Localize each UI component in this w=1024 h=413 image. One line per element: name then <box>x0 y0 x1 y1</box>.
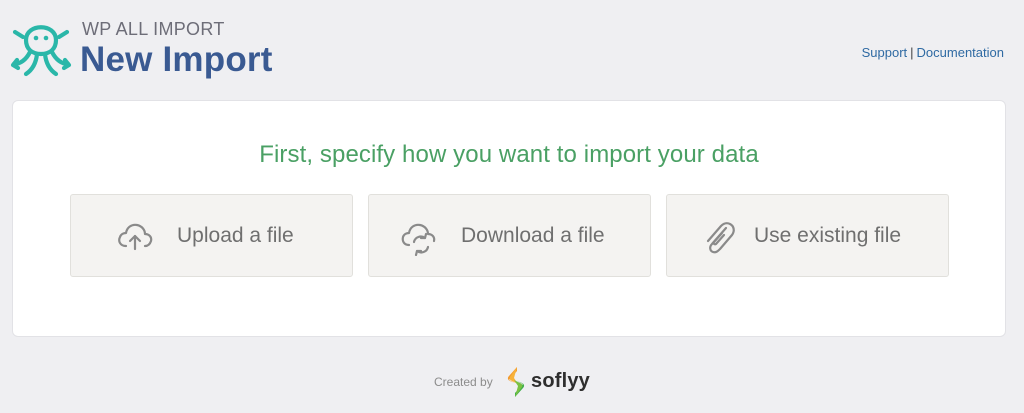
top-links: Support | Documentation <box>862 45 1004 60</box>
cloud-upload-icon <box>118 223 153 251</box>
created-by-text: Created by <box>434 375 493 389</box>
download-file-label: Download a file <box>461 224 605 247</box>
import-method-panel: First, specify how you want to import yo… <box>12 100 1006 337</box>
paperclip-icon <box>706 222 735 254</box>
cloud-sync-icon <box>401 223 436 256</box>
soflyy-logo-icon[interactable] <box>505 366 527 398</box>
soflyy-brand[interactable]: soflyy <box>531 370 590 393</box>
octopus-logo-icon <box>10 25 72 77</box>
download-file-button[interactable]: Download a file <box>368 194 651 277</box>
import-prompt: First, specify how you want to import yo… <box>259 141 759 168</box>
page-footer: Created by soflyy <box>0 364 1024 400</box>
use-existing-file-label: Use existing file <box>754 224 902 247</box>
page-header: WP ALL IMPORT New Import Support | Documen… <box>0 0 1024 100</box>
page-title: New Import <box>80 40 273 79</box>
upload-file-button[interactable]: Upload a file <box>70 194 353 277</box>
documentation-link[interactable]: Documentation <box>917 45 1004 60</box>
link-separator: | <box>910 45 914 60</box>
use-existing-file-button[interactable]: Use existing file <box>666 194 949 277</box>
upload-file-label: Upload a file <box>177 224 294 247</box>
brand-name: WP ALL IMPORT <box>82 19 225 39</box>
support-link[interactable]: Support <box>862 45 908 60</box>
